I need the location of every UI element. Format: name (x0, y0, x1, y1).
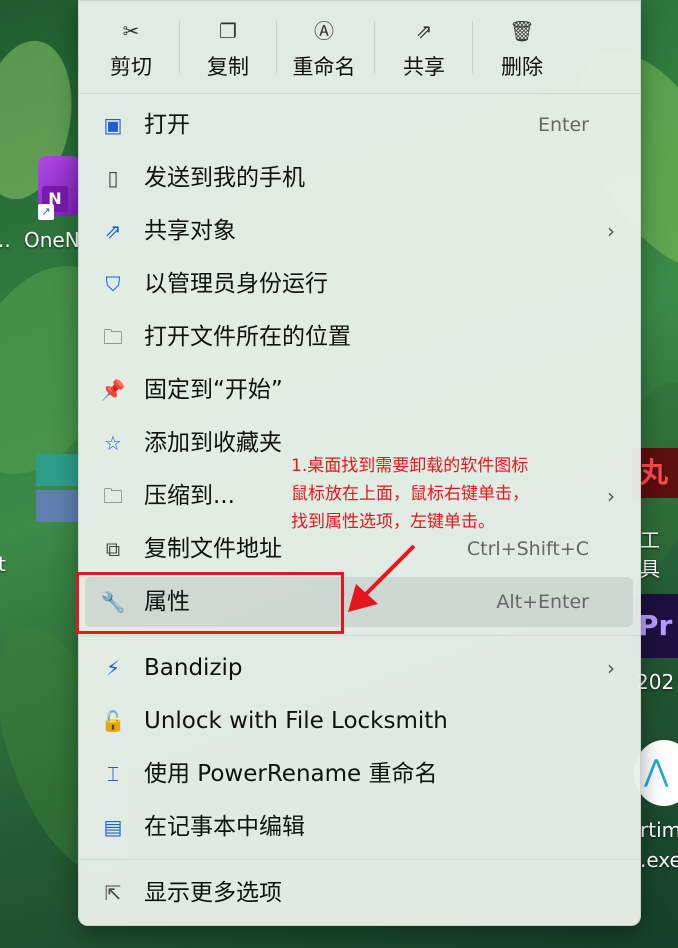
menu-item-open[interactable]: ▣ 打开 Enter (85, 100, 633, 150)
more-options-icon: ⇱ (104, 881, 122, 905)
rename-button[interactable]: Ⓐ 重命名 (276, 15, 372, 85)
menu-item-file-locksmith[interactable]: 🔓 Unlock with File Locksmith (85, 696, 633, 746)
menu-item-share-with[interactable]: ⇗ 共享对象 › (85, 206, 633, 256)
copy-icon: ❐ (219, 19, 237, 43)
desktop-icon-label: rtim (640, 818, 678, 842)
cut-icon: ✂ (122, 19, 140, 43)
desktop-icon-label-onenote[interactable]: OneN (24, 228, 80, 252)
menu-item-send-to-phone[interactable]: ▯ 发送到我的手机 (85, 153, 633, 203)
share-icon: ⇗ (104, 219, 122, 243)
folder-icon: 🗀 (103, 325, 123, 349)
menu-item-label: 压缩到... (144, 483, 235, 509)
shortcut-arrow-icon: ↗ (38, 204, 54, 220)
menu-item-label: 打开文件所在的位置 (144, 324, 351, 350)
menu-item-label: 打开 (144, 112, 190, 138)
copy-button[interactable]: ❐ 复制 (180, 15, 276, 85)
menu-item-label: 复制文件地址 (144, 536, 282, 562)
menu-item-shortcut: Enter (538, 114, 589, 136)
star-icon: ☆ (104, 431, 122, 455)
admin-shield-icon: ⛉ (105, 272, 121, 296)
path-icon: ⧉ (105, 537, 121, 561)
toolbar-divider (374, 21, 375, 73)
rename-label: 重命名 (292, 55, 356, 79)
menu-divider (79, 93, 640, 94)
menu-item-label: 固定到“开始” (144, 377, 283, 403)
pin-icon: 📌 (100, 378, 126, 402)
chevron-right-icon: › (607, 656, 615, 680)
highlight-box (76, 572, 344, 634)
context-menu-toolbar: ✂ 剪切 ❐ 复制 Ⓐ 重命名 ⇗ 共享 🗑 删除 (79, 1, 640, 91)
menu-item-label: 共享对象 (144, 218, 236, 244)
share-icon: ⇗ (415, 19, 433, 43)
copy-label: 复制 (207, 55, 249, 79)
menu-item-shortcut: Alt+Enter (496, 591, 589, 613)
menu-item-edit-in-notepad[interactable]: ▤ 在记事本中编辑 (85, 802, 633, 852)
menu-item-label: 以管理员身份运行 (144, 271, 328, 297)
desktop-icon-label: 202 (636, 670, 675, 694)
delete-label: 删除 (501, 55, 543, 79)
phone-icon: ▯ (107, 166, 119, 190)
desktop-icon-label-fragment: t (0, 552, 6, 576)
open-icon: ▣ (103, 113, 123, 137)
menu-item-label: 添加到收藏夹 (144, 430, 282, 456)
bandizip-icon: ⚡ (105, 656, 121, 680)
desktop-icon-label-prefix: .. (0, 228, 11, 252)
blurred-desktop-icon[interactable] (36, 454, 80, 486)
menu-item-label: Unlock with File Locksmith (144, 708, 448, 734)
blurred-desktop-icon[interactable] (36, 490, 80, 522)
menu-item-pin-to-start[interactable]: 📌 固定到“开始” (85, 365, 633, 415)
annotation-text: 1.桌面找到需要卸载的软件图标 鼠标放在上面，鼠标右键单击， 找到属性选项，左键… (291, 456, 529, 532)
zip-folder-icon: 🗀 (103, 484, 123, 508)
menu-item-show-more-options[interactable]: ⇱ 显示更多选项 (85, 868, 633, 918)
cut-button[interactable]: ✂ 剪切 (83, 15, 179, 85)
chevron-right-icon: › (607, 219, 615, 243)
desktop-icon-label: 工具 (640, 528, 660, 581)
menu-divider (79, 859, 640, 860)
menu-item-label: 显示更多选项 (144, 880, 282, 906)
notepad-icon: ▤ (103, 815, 123, 839)
menu-item-label: 使用 PowerRename 重命名 (144, 761, 438, 787)
menu-item-run-as-admin[interactable]: ⛉ 以管理员身份运行 (85, 259, 633, 309)
rename-icon: Ⓐ (314, 19, 334, 43)
delete-icon: 🗑 (509, 19, 535, 43)
share-label: 共享 (403, 55, 445, 79)
menu-divider (79, 635, 640, 636)
annotation-arrow-icon (348, 544, 416, 612)
menu-item-label: Bandizip (144, 655, 243, 681)
lock-icon: 🔓 (100, 709, 126, 733)
cut-label: 剪切 (110, 55, 152, 79)
desktop-icon-label: .exe (640, 848, 678, 872)
menu-item-bandizip[interactable]: ⚡ Bandizip › (85, 643, 633, 693)
app-logo-icon: ⋀ (644, 754, 669, 789)
menu-item-open-file-location[interactable]: 🗀 打开文件所在的位置 (85, 312, 633, 362)
share-button[interactable]: ⇗ 共享 (376, 15, 472, 85)
toolbar-divider (472, 21, 473, 73)
menu-item-label: 在记事本中编辑 (144, 814, 305, 840)
menu-item-powerrename[interactable]: ⌶ 使用 PowerRename 重命名 (85, 749, 633, 799)
powerrename-icon: ⌶ (107, 762, 119, 786)
delete-button[interactable]: 🗑 删除 (474, 15, 570, 85)
menu-item-label: 发送到我的手机 (144, 165, 305, 191)
